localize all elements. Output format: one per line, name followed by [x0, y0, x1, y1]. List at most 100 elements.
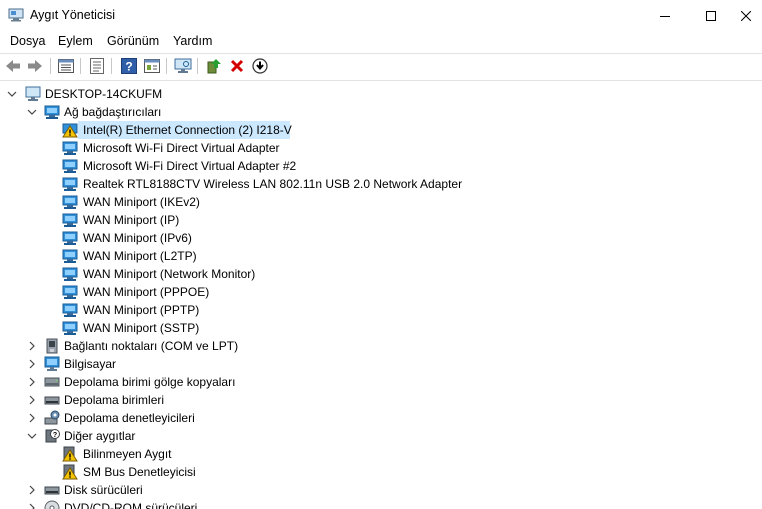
network-adapter-icon [62, 159, 78, 173]
device-label: Microsoft Wi-Fi Direct Virtual Adapter [83, 141, 280, 155]
chevron-down-icon[interactable] [27, 427, 37, 445]
unknown-device-icon: ? [45, 429, 60, 443]
device-label: WAN Miniport (IP) [83, 213, 180, 227]
category-label: Bağlantı noktaları (COM ve LPT) [64, 339, 239, 353]
device-item[interactable]: WAN Miniport (Network Monitor) [62, 265, 362, 283]
menu-eylem[interactable]: Eylem [58, 34, 93, 48]
network-adapter-icon [62, 231, 78, 245]
category-storage-volumes[interactable]: Depolama birimleri [0, 391, 762, 409]
svg-text:?: ? [125, 60, 132, 74]
category-volume-shadow-copies[interactable]: Depolama birimi gölge kopyaları [0, 373, 762, 391]
disk-drive-icon [44, 486, 60, 495]
computer-name-label: DESKTOP-14CKUFM [45, 87, 163, 101]
menu-yardim[interactable]: Yardım [173, 34, 212, 48]
toolbar: ? [0, 53, 762, 79]
monitor-scan-icon [174, 58, 192, 73]
device-item[interactable]: WAN Miniport (IP) [62, 211, 362, 229]
category-ports[interactable]: Bağlantı noktaları (COM ve LPT) [0, 337, 762, 355]
forward-icon [28, 60, 42, 72]
category-label: Ağ bağdaştırıcıları [64, 105, 162, 119]
category-label: Diğer aygıtlar [64, 429, 136, 443]
chevron-right-icon[interactable] [27, 337, 37, 355]
network-adapter-warning-icon [62, 123, 78, 138]
help-button[interactable]: ? [120, 57, 138, 75]
show-hidden-icon [144, 59, 160, 73]
disable-button[interactable] [251, 57, 269, 75]
device-label: WAN Miniport (IKEv2) [83, 195, 200, 209]
device-label: Microsoft Wi-Fi Direct Virtual Adapter #… [83, 159, 297, 173]
maximize-button[interactable] [688, 0, 734, 31]
category-disk-drives[interactable]: Disk sürücüleri [0, 481, 762, 499]
close-icon [741, 10, 751, 21]
network-adapter-icon [62, 285, 78, 299]
network-adapter-icon [62, 177, 78, 191]
chevron-right-icon[interactable] [27, 499, 37, 509]
chevron-right-icon[interactable] [27, 373, 37, 391]
computer-icon [44, 356, 60, 371]
menu-dosya[interactable]: Dosya [10, 34, 45, 48]
toolbar-separator-line [0, 80, 762, 81]
back-button[interactable] [4, 57, 22, 75]
device-label: WAN Miniport (IPv6) [83, 231, 192, 245]
back-icon [6, 60, 20, 72]
device-item[interactable]: Realtek RTL8188CTV Wireless LAN 802.11n … [62, 175, 482, 193]
device-tree[interactable]: DESKTOP-14CKUFM Ağ bağdaştırıcıları Inte… [0, 82, 762, 509]
device-item[interactable]: Intel(R) Ethernet Connection (2) I218-V [62, 121, 292, 139]
tree-view-button[interactable] [88, 57, 106, 75]
chevron-right-icon[interactable] [27, 355, 37, 373]
scan-hardware-button[interactable] [174, 57, 192, 75]
network-adapter-icon [62, 195, 78, 209]
category-dvd-drives[interactable]: DVD/CD-ROM sürücüleri [0, 499, 762, 509]
update-driver-button[interactable] [205, 57, 223, 75]
storage-volume-icon [44, 396, 60, 405]
category-storage-controllers[interactable]: Depolama denetleyicileri [0, 409, 762, 427]
uninstall-button[interactable] [228, 57, 246, 75]
category-network-adapters[interactable]: Ağ bağdaştırıcıları [0, 103, 762, 121]
minimize-button[interactable] [642, 0, 688, 31]
dvd-drive-icon [44, 500, 60, 509]
category-label: Disk sürücüleri [64, 483, 143, 497]
device-item[interactable]: Bilinmeyen Aygıt [62, 445, 262, 463]
maximize-icon [706, 10, 716, 21]
device-label: WAN Miniport (PPTP) [83, 303, 200, 317]
device-label: Bilinmeyen Aygıt [83, 447, 172, 461]
device-item[interactable]: Microsoft Wi-Fi Direct Virtual Adapter [62, 139, 362, 157]
chevron-right-icon[interactable] [27, 481, 37, 499]
forward-button[interactable] [26, 57, 44, 75]
minimize-icon [660, 15, 670, 17]
network-adapter-icon [62, 321, 78, 335]
category-label: DVD/CD-ROM sürücüleri [64, 501, 198, 509]
properties-list-icon [58, 59, 74, 73]
device-item[interactable]: WAN Miniport (IKEv2) [62, 193, 362, 211]
category-label: Depolama denetleyicileri [64, 411, 195, 425]
category-label: Depolama birimi gölge kopyaları [64, 375, 236, 389]
device-item[interactable]: WAN Miniport (IPv6) [62, 229, 362, 247]
category-other-devices[interactable]: ? Diğer aygıtlar [0, 427, 762, 445]
chevron-down-icon[interactable] [27, 103, 37, 121]
device-item[interactable]: WAN Miniport (PPPOE) [62, 283, 362, 301]
device-item[interactable]: WAN Miniport (PPTP) [62, 301, 362, 319]
menu-gorunum[interactable]: Görünüm [107, 34, 159, 48]
tree-root[interactable]: DESKTOP-14CKUFM [0, 85, 762, 103]
unknown-device-warning-icon [62, 446, 78, 462]
category-computer[interactable]: Bilgisayar [0, 355, 762, 373]
storage-drive-icon [44, 377, 60, 387]
device-item[interactable]: SM Bus Denetleyicisi [62, 463, 262, 481]
category-label: Depolama birimleri [64, 393, 165, 407]
network-adapter-icon [44, 105, 60, 119]
chevron-down-icon[interactable] [7, 85, 17, 103]
network-adapter-icon [62, 141, 78, 155]
uninstall-icon [230, 59, 244, 73]
menu-bar: Dosya Eylem Görünüm Yardım [0, 31, 762, 52]
computer-icon [25, 86, 41, 101]
device-item[interactable]: WAN Miniport (SSTP) [62, 319, 362, 337]
chevron-right-icon[interactable] [27, 391, 37, 409]
chevron-right-icon[interactable] [27, 409, 37, 427]
device-item[interactable]: WAN Miniport (L2TP) [62, 247, 362, 265]
properties-list-button[interactable] [57, 57, 75, 75]
show-hidden-button[interactable] [143, 57, 161, 75]
network-adapter-icon [62, 267, 78, 281]
svg-text:?: ? [53, 432, 57, 439]
device-item[interactable]: Microsoft Wi-Fi Direct Virtual Adapter #… [62, 157, 362, 175]
close-button[interactable] [730, 0, 762, 31]
